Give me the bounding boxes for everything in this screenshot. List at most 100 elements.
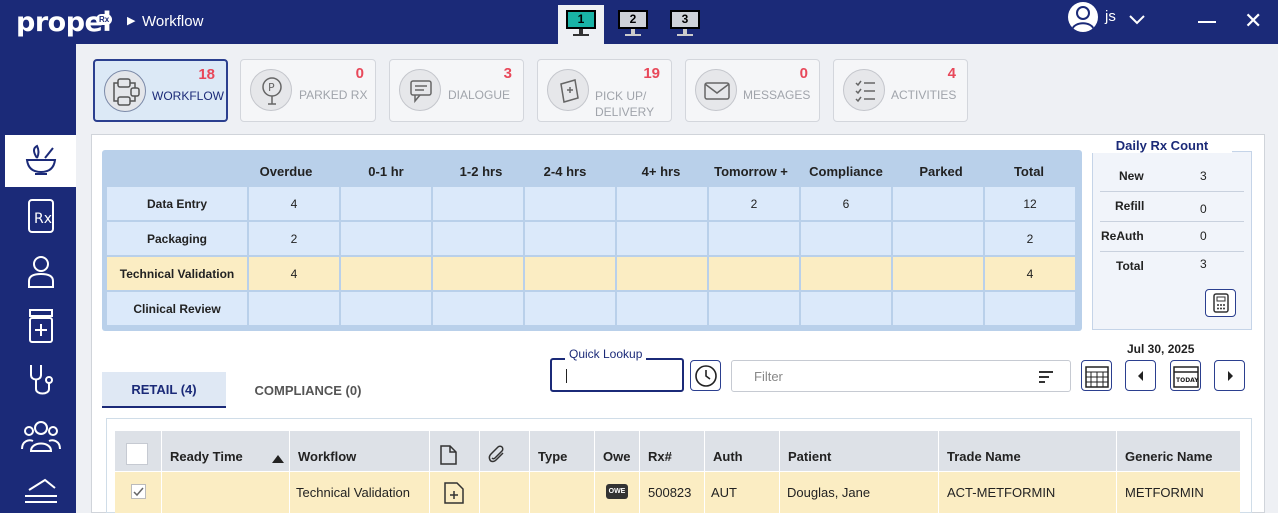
grid-cell[interactable]: 2 bbox=[249, 222, 339, 255]
grid-cell[interactable]: 6 bbox=[801, 187, 891, 220]
calendar-button[interactable] bbox=[1081, 360, 1112, 391]
daily-label: New bbox=[1119, 169, 1144, 183]
grid-cell[interactable] bbox=[525, 187, 615, 220]
grid-cell[interactable] bbox=[617, 222, 707, 255]
grid-cell[interactable] bbox=[617, 292, 707, 325]
screen-tab-1[interactable]: 1 bbox=[558, 5, 604, 44]
screen-tab-3[interactable]: 3 bbox=[662, 5, 708, 44]
card-messages[interactable]: 0 MESSAGES bbox=[685, 59, 820, 122]
history-button[interactable] bbox=[690, 360, 721, 391]
grid-cell[interactable] bbox=[341, 292, 431, 325]
grid-cell[interactable] bbox=[801, 292, 891, 325]
previous-day-button[interactable] bbox=[1125, 360, 1156, 391]
grid-cell[interactable] bbox=[341, 187, 431, 220]
card-parked-rx[interactable]: P 0 PARKED RX bbox=[240, 59, 376, 122]
grid-cell[interactable] bbox=[709, 292, 799, 325]
grid-cell[interactable] bbox=[525, 257, 615, 290]
grid-cell[interactable]: 4 bbox=[985, 257, 1075, 290]
card-label: MESSAGES bbox=[743, 88, 811, 102]
monitor-icon: 1 bbox=[566, 10, 596, 29]
column-header[interactable]: Patient bbox=[788, 431, 831, 471]
grid-cell[interactable] bbox=[801, 222, 891, 255]
breadcrumb-arrow-icon: ▶ bbox=[127, 15, 136, 27]
grid-cell[interactable] bbox=[249, 292, 339, 325]
select-all-checkbox[interactable] bbox=[126, 443, 148, 465]
sort-ascending-icon[interactable] bbox=[271, 451, 285, 469]
current-date: Jul 30, 2025 bbox=[1127, 342, 1195, 356]
breadcrumb: Workflow bbox=[142, 13, 204, 30]
grid-cell[interactable] bbox=[893, 187, 983, 220]
grid-cell[interactable] bbox=[341, 257, 431, 290]
chevron-down-icon[interactable] bbox=[1128, 13, 1146, 31]
filter-placeholder: Filter bbox=[754, 369, 783, 384]
card-workflow[interactable]: 18 WORKFLOW bbox=[93, 59, 228, 122]
grid-cell[interactable] bbox=[617, 257, 707, 290]
grid-cell[interactable]: 12 bbox=[985, 187, 1075, 220]
screen-tab-2[interactable]: 2 bbox=[610, 5, 656, 44]
grid-cell[interactable] bbox=[985, 292, 1075, 325]
column-header[interactable]: Auth bbox=[713, 431, 743, 471]
grid-row-label: Clinical Review bbox=[107, 292, 247, 325]
grid-cell[interactable]: 2 bbox=[985, 222, 1075, 255]
close-icon[interactable]: ✕ bbox=[1244, 10, 1262, 32]
card-dialogue[interactable]: 3 DIALOGUE bbox=[389, 59, 524, 122]
add-document-icon[interactable] bbox=[443, 481, 465, 510]
dialogue-icon bbox=[399, 69, 441, 111]
grid-cell[interactable] bbox=[525, 292, 615, 325]
card-count: 0 bbox=[799, 65, 808, 82]
nav-rx-mortar[interactable] bbox=[5, 135, 76, 187]
column-header[interactable]: Workflow bbox=[298, 431, 356, 471]
conveyor-icon bbox=[24, 478, 57, 503]
card-pickup-delivery[interactable]: 19 PICK UP/ DELIVERY bbox=[537, 59, 672, 122]
grid-cell[interactable] bbox=[433, 222, 523, 255]
grid-cell[interactable] bbox=[709, 257, 799, 290]
column-header[interactable]: Trade Name bbox=[947, 431, 1021, 471]
card-label: DIALOGUE bbox=[448, 88, 511, 102]
card-activities[interactable]: 4 ACTIVITIES bbox=[833, 59, 968, 122]
grid-cell[interactable] bbox=[525, 222, 615, 255]
today-button[interactable]: TODAY bbox=[1170, 360, 1201, 391]
grid-cell[interactable] bbox=[433, 187, 523, 220]
grid-cell[interactable] bbox=[801, 257, 891, 290]
column-header[interactable]: Type bbox=[538, 431, 567, 471]
user-avatar-icon[interactable] bbox=[1068, 2, 1098, 32]
rx-mortar-icon bbox=[25, 144, 56, 175]
nav-stethoscope[interactable] bbox=[5, 355, 76, 407]
nav-patient[interactable] bbox=[5, 245, 76, 297]
cell-rx-number[interactable]: 500823 bbox=[648, 472, 691, 513]
grid-cell[interactable] bbox=[893, 222, 983, 255]
quick-lookup-input[interactable] bbox=[550, 358, 684, 392]
nav-prescription[interactable]: Rx bbox=[5, 190, 76, 242]
nav-conveyor[interactable] bbox=[5, 465, 76, 513]
grid-cell[interactable] bbox=[433, 292, 523, 325]
nav-group[interactable] bbox=[5, 410, 76, 462]
column-header[interactable]: Rx# bbox=[648, 431, 672, 471]
nav-medicine[interactable] bbox=[5, 300, 76, 352]
grid-cell[interactable] bbox=[433, 257, 523, 290]
activities-icon bbox=[843, 69, 885, 111]
grid-cell[interactable] bbox=[893, 292, 983, 325]
column-header[interactable]: Ready Time bbox=[170, 431, 243, 471]
grid-cell[interactable]: 4 bbox=[249, 187, 339, 220]
document-icon bbox=[438, 445, 458, 470]
daily-value: 0 bbox=[1200, 229, 1207, 243]
tab-retail[interactable]: RETAIL (4) bbox=[102, 372, 226, 408]
grid-cell[interactable] bbox=[617, 187, 707, 220]
column-header[interactable]: Generic Name bbox=[1125, 431, 1212, 471]
grid-row-label: Packaging bbox=[107, 222, 247, 255]
cell-patient[interactable]: Douglas, Jane bbox=[787, 472, 870, 513]
tab-compliance[interactable]: COMPLIANCE (0) bbox=[240, 372, 376, 408]
next-day-button[interactable] bbox=[1214, 360, 1245, 391]
grid-cell[interactable] bbox=[893, 257, 983, 290]
svg-text:P: P bbox=[268, 81, 275, 94]
calculator-button[interactable] bbox=[1205, 289, 1236, 317]
grid-cell[interactable]: 2 bbox=[709, 187, 799, 220]
grid-cell[interactable] bbox=[709, 222, 799, 255]
column-header[interactable]: Owe bbox=[603, 431, 630, 471]
row-checkbox[interactable] bbox=[131, 484, 146, 499]
minimize-icon[interactable] bbox=[1198, 21, 1216, 23]
quick-lookup-label: Quick Lookup bbox=[565, 347, 647, 361]
filter-input[interactable]: Filter bbox=[731, 360, 1071, 392]
grid-cell[interactable]: 4 bbox=[249, 257, 339, 290]
grid-cell[interactable] bbox=[341, 222, 431, 255]
